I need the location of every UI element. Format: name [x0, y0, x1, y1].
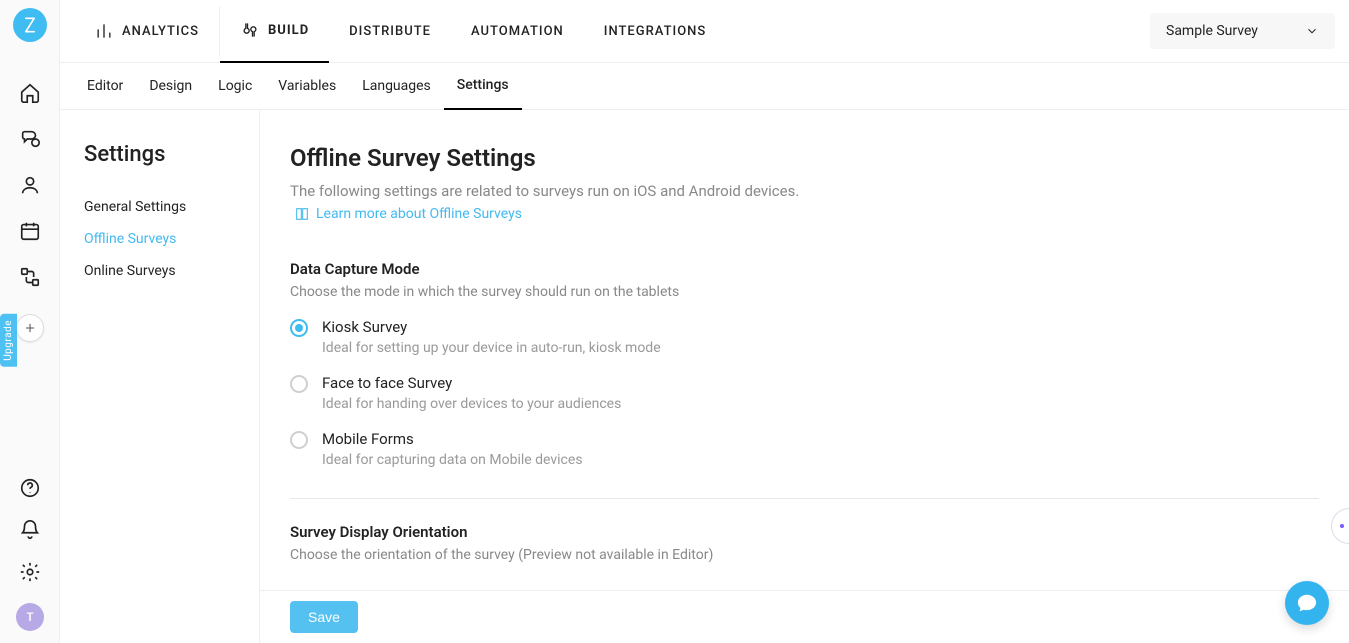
top-nav: ANALYTICS BUILD DISTRIBUTE AUTOMATION IN… [60, 0, 1349, 63]
radio-input[interactable] [290, 431, 308, 449]
help-icon[interactable] [19, 477, 41, 499]
sidebar-item-online[interactable]: Online Surveys [84, 255, 259, 287]
section-title: Data Capture Mode [290, 260, 1319, 278]
radio-sublabel: Ideal for setting up your device in auto… [322, 340, 661, 356]
section-description: Choose the orientation of the survey (Pr… [290, 547, 1319, 563]
radio-input[interactable] [290, 319, 308, 337]
page-description: The following settings are related to su… [290, 182, 1319, 200]
learn-more-link[interactable]: Learn more about Offline Surveys [294, 206, 522, 222]
survey-dropdown-label: Sample Survey [1166, 23, 1258, 39]
nav-analytics[interactable]: ANALYTICS [74, 0, 219, 63]
conversation-icon[interactable] [19, 128, 41, 150]
radio-mobile-forms[interactable]: Mobile Forms Ideal for capturing data on… [290, 430, 1319, 468]
settings-sidebar: Settings General Settings Offline Survey… [60, 110, 260, 643]
notifications-icon[interactable] [19, 519, 41, 541]
page-title: Offline Survey Settings [290, 144, 1319, 172]
radio-sublabel: Ideal for handing over devices to your a… [322, 396, 621, 412]
sidebar-title: Settings [84, 142, 259, 167]
radio-input[interactable] [290, 375, 308, 393]
avatar[interactable]: T [16, 603, 44, 631]
chat-widget[interactable] [1285, 581, 1329, 625]
upgrade-tab[interactable]: Upgrade [0, 314, 17, 367]
home-icon[interactable] [19, 82, 41, 104]
nav-label: ANALYTICS [122, 24, 199, 39]
orientation-section: Survey Display Orientation Choose the or… [290, 523, 1319, 563]
subtab-logic[interactable]: Logic [205, 63, 265, 110]
survey-dropdown[interactable]: Sample Survey [1150, 13, 1335, 49]
nav-integrations[interactable]: INTEGRATIONS [584, 0, 727, 63]
book-icon [294, 206, 310, 222]
radio-face-to-face[interactable]: Face to face Survey Ideal for handing ov… [290, 374, 1319, 412]
workflow-icon[interactable] [19, 266, 41, 288]
chevron-down-icon [1305, 24, 1319, 38]
nav-automation[interactable]: AUTOMATION [451, 0, 584, 63]
user-icon[interactable] [19, 174, 41, 196]
sidebar-item-general[interactable]: General Settings [84, 191, 259, 223]
subtab-design[interactable]: Design [136, 63, 205, 110]
nav-label: INTEGRATIONS [604, 24, 707, 39]
learn-more-label: Learn more about Offline Surveys [316, 206, 522, 222]
dot-icon [1340, 524, 1344, 528]
nav-build[interactable]: BUILD [220, 0, 329, 63]
chat-icon [1296, 592, 1318, 614]
app-logo[interactable] [13, 8, 47, 42]
section-title: Survey Display Orientation [290, 523, 1319, 541]
subtab-editor[interactable]: Editor [74, 63, 136, 110]
calendar-icon[interactable] [19, 220, 41, 242]
radio-kiosk[interactable]: Kiosk Survey Ideal for setting up your d… [290, 318, 1319, 356]
add-button[interactable] [16, 314, 44, 342]
content-area: Settings General Settings Offline Survey… [60, 110, 1349, 643]
data-capture-section: Data Capture Mode Choose the mode in whi… [290, 260, 1319, 468]
subtabs: Editor Design Logic Variables Languages … [60, 63, 1349, 110]
subtab-settings[interactable]: Settings [444, 63, 522, 110]
main-panel: Offline Survey Settings The following se… [260, 110, 1349, 643]
settings-icon[interactable] [19, 561, 41, 583]
save-bar: Save [260, 590, 1349, 643]
subtab-languages[interactable]: Languages [349, 63, 444, 110]
radio-sublabel: Ideal for capturing data on Mobile devic… [322, 452, 583, 468]
sidebar-item-offline[interactable]: Offline Surveys [84, 223, 259, 255]
radio-label: Face to face Survey [322, 374, 621, 392]
nav-label: DISTRIBUTE [349, 24, 431, 39]
radio-label: Kiosk Survey [322, 318, 661, 336]
section-description: Choose the mode in which the survey shou… [290, 284, 1319, 300]
nav-label: AUTOMATION [471, 24, 564, 39]
nav-distribute[interactable]: DISTRIBUTE [329, 0, 451, 63]
radio-label: Mobile Forms [322, 430, 583, 448]
save-button[interactable]: Save [290, 601, 358, 633]
nav-label: BUILD [268, 23, 309, 38]
divider [290, 498, 1319, 499]
subtab-variables[interactable]: Variables [265, 63, 349, 110]
